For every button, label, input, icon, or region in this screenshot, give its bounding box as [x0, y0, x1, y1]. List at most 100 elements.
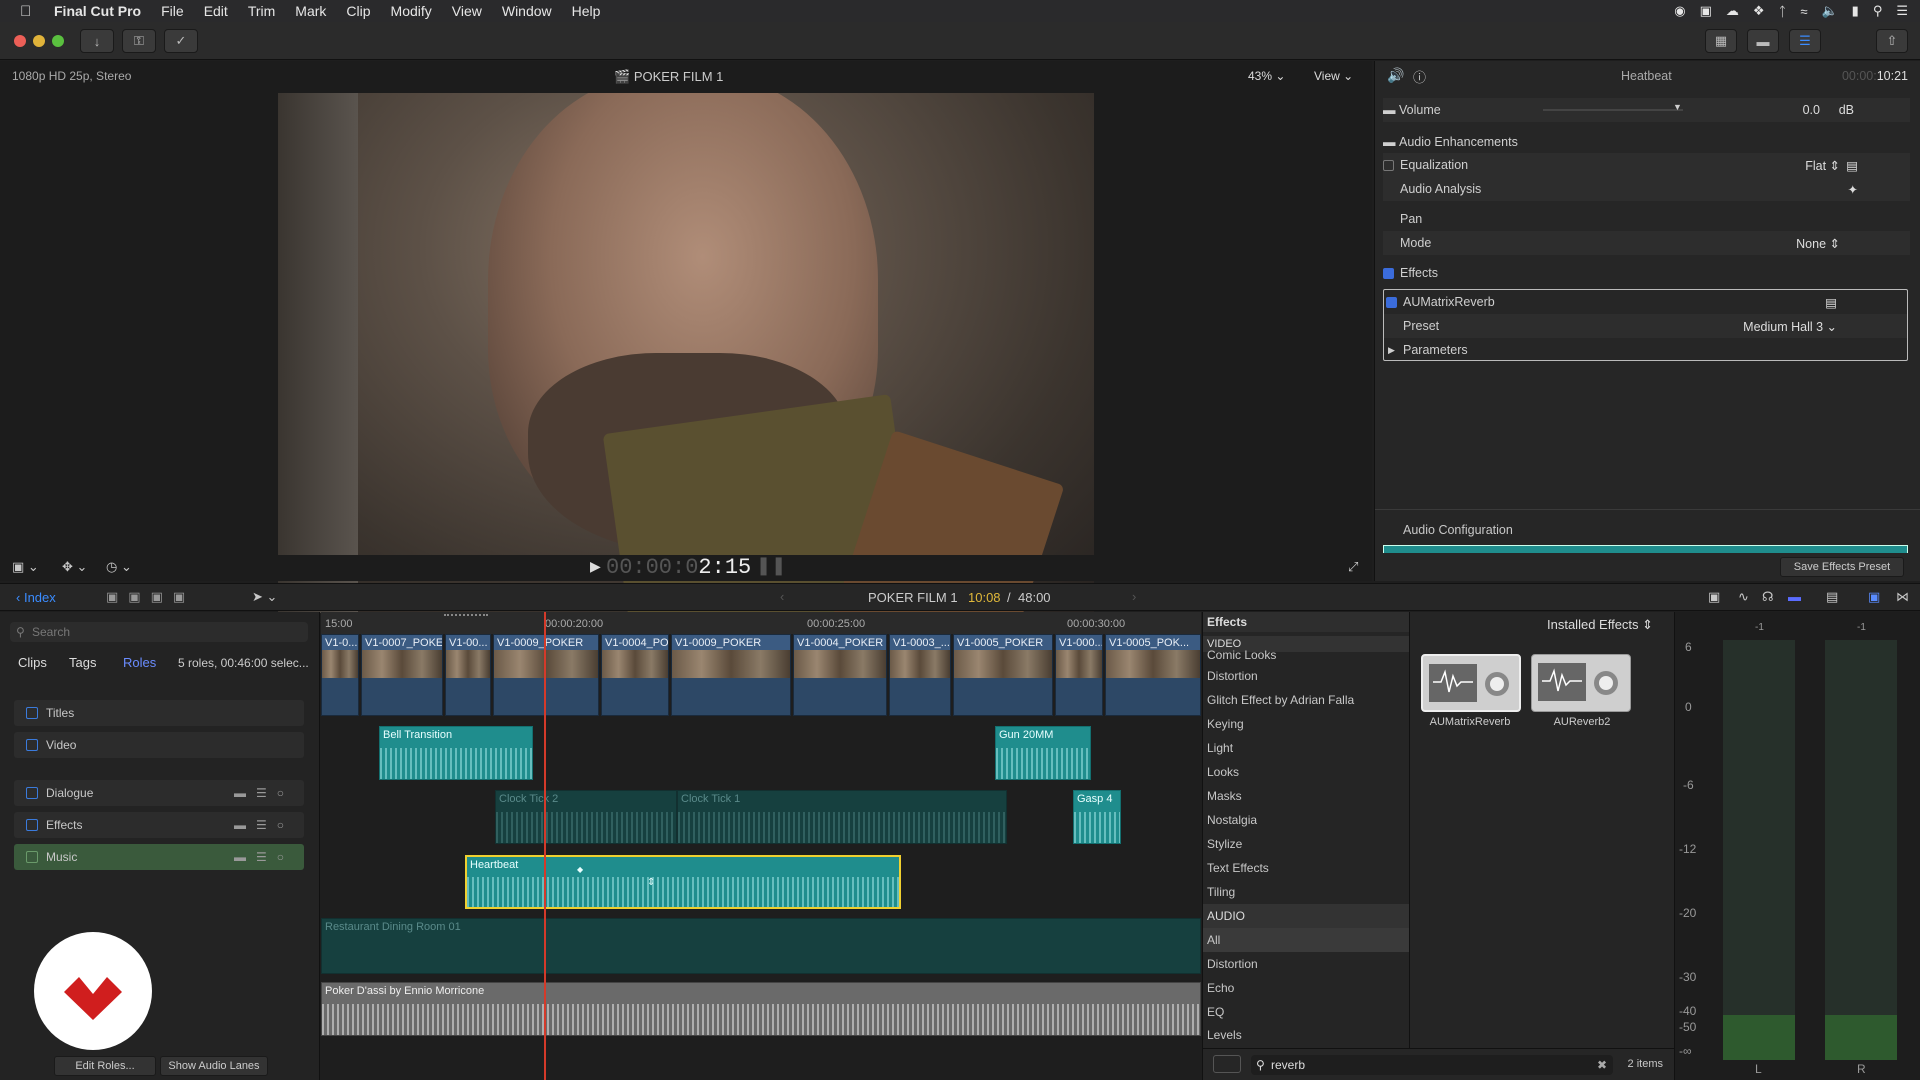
- role-video-checkbox[interactable]: [26, 739, 38, 751]
- tab-tags[interactable]: Tags: [69, 655, 96, 670]
- audio-clip-restaurant[interactable]: Restaurant Dining Room 01: [321, 918, 1201, 974]
- timeline-ruler[interactable]: 15:00 00:00:20:00 00:00:25:00 00:00:30:0…: [321, 612, 1201, 634]
- disclosure-triangle-icon[interactable]: ▶: [1384, 345, 1403, 356]
- category-item[interactable]: Levels: [1203, 1024, 1409, 1046]
- save-effects-preset-button[interactable]: Save Effects Preset: [1780, 557, 1904, 577]
- audio-enhancements-row[interactable]: ▬ Audio Enhancements: [1383, 130, 1910, 154]
- video-clip[interactable]: V1-0007_POKER: [361, 634, 443, 716]
- role-lane-icons[interactable]: ▬☰○: [234, 850, 294, 864]
- transform-icon[interactable]: ✥ ⌄: [62, 559, 87, 575]
- role-music[interactable]: Music ▬☰○: [14, 844, 304, 870]
- menu-help[interactable]: Help: [572, 3, 601, 19]
- category-item[interactable]: Glitch Effect by Adrian Falla: [1203, 688, 1409, 712]
- audio-clip-bell[interactable]: Bell Transition: [379, 726, 533, 780]
- show-audio-lanes-button[interactable]: Show Audio Lanes: [160, 1056, 268, 1076]
- role-titles[interactable]: Titles: [14, 700, 304, 726]
- menu-app-name[interactable]: Final Cut Pro: [54, 3, 141, 19]
- video-clip[interactable]: V1-0009_POKER: [671, 634, 791, 716]
- audio-skimming-icon[interactable]: ∿: [1738, 589, 1749, 605]
- record-icon[interactable]: ◉: [1674, 3, 1685, 19]
- forward-arrow-icon[interactable]: ›: [1132, 589, 1136, 604]
- audio-clip-music[interactable]: Poker D'assi by Ennio Morricone: [321, 982, 1201, 1036]
- skimming-icon[interactable]: ▣: [1708, 589, 1720, 605]
- video-clip[interactable]: V1-0003_...: [889, 634, 951, 716]
- effect-settings-icon[interactable]: ▤: [1825, 295, 1837, 310]
- role-effects[interactable]: Effects ▬☰○: [14, 812, 304, 838]
- select-tool-icon[interactable]: ➤ ⌄: [252, 589, 277, 605]
- volume-slider-thumb[interactable]: ▼: [1673, 102, 1682, 112]
- role-video[interactable]: Video: [14, 732, 304, 758]
- category-item[interactable]: Echo: [1203, 976, 1409, 1000]
- audio-clip-gun[interactable]: Gun 20MM: [995, 726, 1091, 780]
- audio-clip-clock-tick-2[interactable]: Clock Tick 2: [495, 790, 677, 844]
- show-inspector-button[interactable]: ☰: [1789, 29, 1821, 53]
- audio-config-channel[interactable]: [1383, 545, 1908, 553]
- transitions-browser-toggle[interactable]: ⋈: [1896, 589, 1909, 605]
- keyframe-handle[interactable]: ⇕: [647, 877, 655, 888]
- category-item[interactable]: Tiling: [1203, 880, 1409, 904]
- category-item[interactable]: Masks: [1203, 784, 1409, 808]
- clip-appearance-button[interactable]: ▤: [1826, 589, 1838, 605]
- video-clip[interactable]: V1-0009_POKER: [493, 634, 599, 716]
- menu-edit[interactable]: Edit: [204, 3, 228, 19]
- volume-value[interactable]: 0.0: [1803, 103, 1820, 117]
- index-search-input[interactable]: ⚲ Search: [10, 622, 308, 642]
- audio-clip-clock-tick-1[interactable]: Clock Tick 1: [677, 790, 1007, 844]
- video-clip[interactable]: V1-000...: [1055, 634, 1103, 716]
- category-item[interactable]: Distortion: [1203, 664, 1409, 688]
- role-dialogue[interactable]: Dialogue ▬☰○: [14, 780, 304, 806]
- eq-menu[interactable]: Flat ⇕: [1805, 158, 1840, 173]
- creative-cloud-icon[interactable]: ☁: [1726, 3, 1739, 19]
- sidebar-toggle-icon[interactable]: [1213, 1055, 1241, 1073]
- video-clip[interactable]: V1-0005_POKER: [953, 634, 1053, 716]
- menu-mark[interactable]: Mark: [295, 3, 326, 19]
- pan-mode-menu[interactable]: None ⇕: [1796, 236, 1840, 251]
- clip-appearance-icon[interactable]: ▣ ⌄: [12, 559, 39, 575]
- magic-wand-icon[interactable]: ✦: [1848, 182, 1858, 197]
- category-item[interactable]: Text Effects: [1203, 856, 1409, 880]
- share-button[interactable]: ⇧: [1876, 29, 1908, 53]
- category-item[interactable]: Nostalgia: [1203, 808, 1409, 832]
- menu-file[interactable]: File: [161, 3, 184, 19]
- retime-icon[interactable]: ◷ ⌄: [106, 559, 132, 575]
- wifi-icon[interactable]: ≈: [1800, 4, 1807, 19]
- spotlight-search-icon[interactable]: ⚲: [1873, 3, 1883, 19]
- minimize-window-button[interactable]: [33, 35, 45, 47]
- video-clip[interactable]: V1-00...: [445, 634, 491, 716]
- category-item[interactable]: Stylize: [1203, 832, 1409, 856]
- fullscreen-icon[interactable]: ⤢: [1348, 559, 1358, 575]
- zoom-window-button[interactable]: [52, 35, 64, 47]
- clear-search-icon[interactable]: ✖: [1597, 1055, 1607, 1075]
- menu-window[interactable]: Window: [502, 3, 552, 19]
- video-clip[interactable]: V1-0005_POK...: [1105, 634, 1201, 716]
- edit-buttons[interactable]: ▣▣▣▣: [106, 589, 195, 605]
- edit-roles-button[interactable]: Edit Roles...: [54, 1056, 156, 1076]
- play-button[interactable]: ▶: [590, 558, 601, 575]
- snapping-icon[interactable]: ▬: [1788, 589, 1801, 604]
- tab-clips[interactable]: Clips: [18, 655, 47, 670]
- background-tasks-button[interactable]: ✓: [164, 29, 198, 53]
- dropbox-icon[interactable]: ❖: [1753, 3, 1765, 19]
- timeline[interactable]: 15:00 00:00:20:00 00:00:25:00 00:00:30:0…: [321, 612, 1201, 1080]
- category-item[interactable]: Keying: [1203, 712, 1409, 736]
- installed-effects-menu[interactable]: Installed Effects ⇕: [1547, 617, 1653, 633]
- info-inspector-tab[interactable]: ⓘ: [1413, 67, 1426, 86]
- parameters-row[interactable]: ▶ Parameters: [1384, 338, 1907, 362]
- effects-search-input[interactable]: ⚲ reverb ✖: [1251, 1055, 1613, 1075]
- category-item[interactable]: EQ: [1203, 1000, 1409, 1024]
- role-music-checkbox[interactable]: [26, 851, 38, 863]
- effect-thumbnail-aumatrixreverb[interactable]: [1421, 654, 1521, 712]
- zoom-menu[interactable]: 43% ⌄: [1248, 69, 1285, 83]
- audio-clip-heartbeat[interactable]: Heartbeat ⇕ ◆: [465, 855, 901, 909]
- equalization-checkbox[interactable]: [1383, 159, 1394, 171]
- category-item[interactable]: Comic Looks: [1203, 648, 1409, 662]
- show-timeline-button[interactable]: ▬: [1747, 29, 1779, 53]
- role-lane-icons[interactable]: ▬☰○: [234, 786, 294, 800]
- index-button[interactable]: ‹ Index: [16, 590, 56, 605]
- category-item[interactable]: Distortion: [1203, 952, 1409, 976]
- volume-icon[interactable]: 🔈: [1821, 3, 1837, 19]
- battery-icon[interactable]: ▮: [1852, 3, 1859, 19]
- video-clip[interactable]: V1-0004_POKER: [793, 634, 887, 716]
- video-clip[interactable]: V1-0...: [321, 634, 359, 716]
- tab-roles[interactable]: Roles: [123, 655, 156, 670]
